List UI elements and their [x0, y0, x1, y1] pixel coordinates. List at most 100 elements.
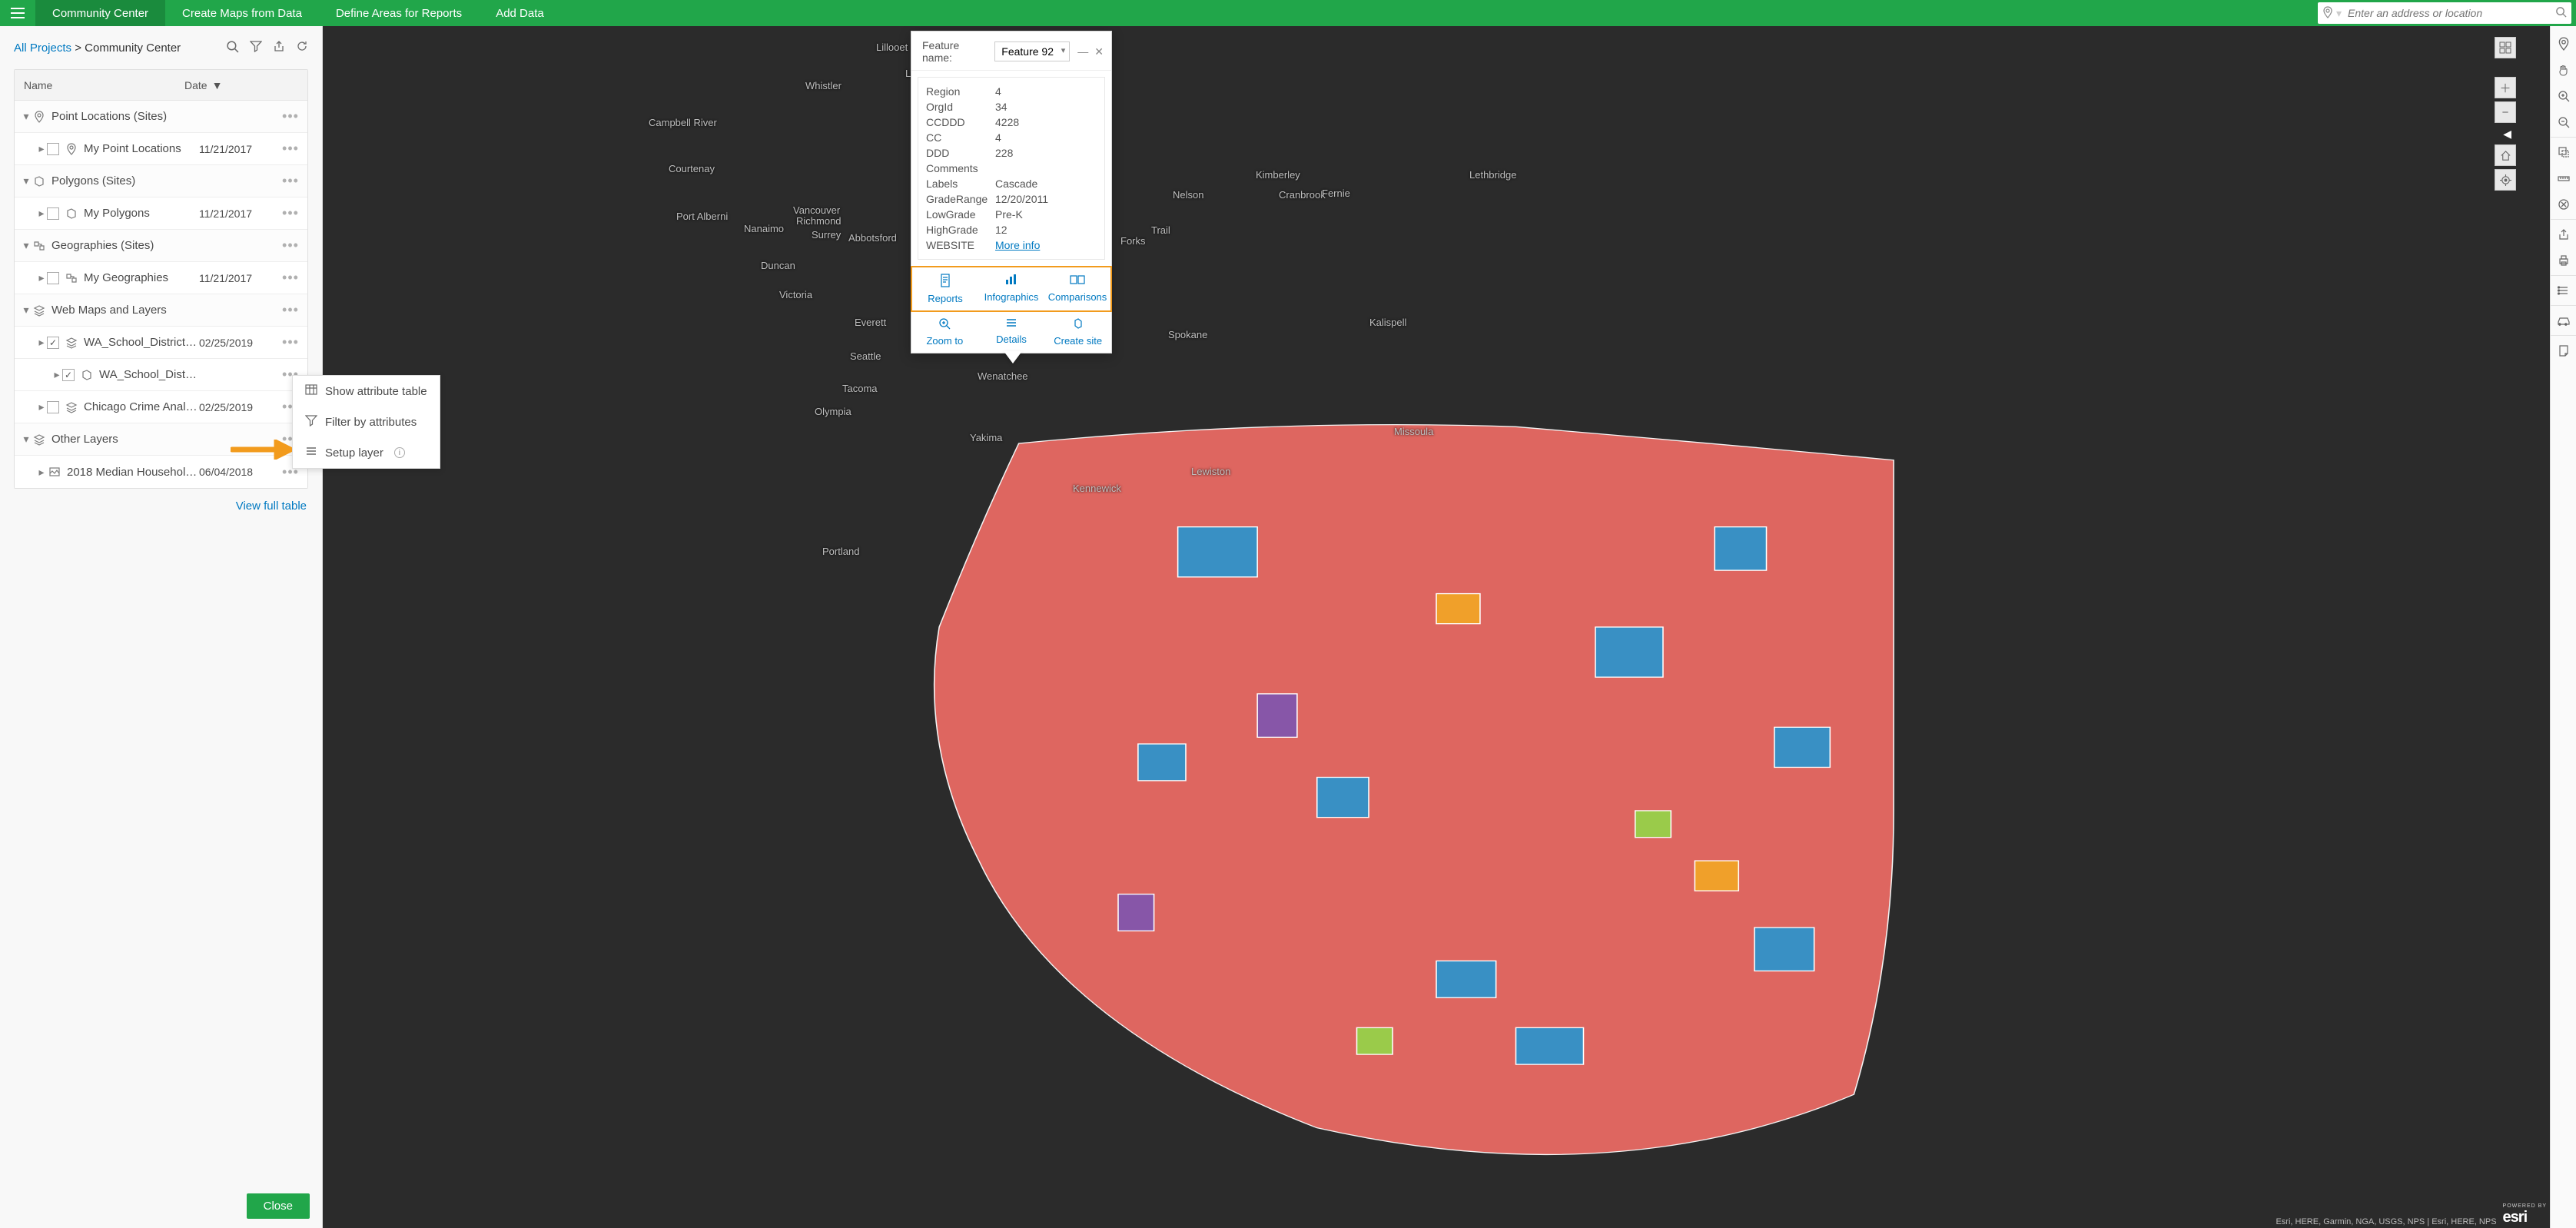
row-more-icon[interactable]: •••: [280, 173, 301, 189]
row-label: 2018 Median Household Inco…: [67, 466, 199, 479]
popup-action-create-site[interactable]: Create site: [1044, 311, 1111, 353]
caret-icon[interactable]: ▸: [36, 207, 47, 220]
close-icon[interactable]: ✕: [1094, 45, 1104, 58]
attr-val[interactable]: More info: [995, 239, 1040, 251]
zoomout-tool-icon[interactable]: [2551, 109, 2576, 135]
caret-icon[interactable]: ▾: [21, 304, 32, 317]
row-more-icon[interactable]: •••: [280, 237, 301, 254]
pan-tool-icon[interactable]: [2551, 57, 2576, 83]
menu-hamburger[interactable]: [0, 0, 35, 26]
tab-community-center[interactable]: Community Center: [35, 0, 165, 26]
row-date: 11/21/2017: [199, 143, 280, 155]
row-more-icon[interactable]: •••: [280, 108, 301, 124]
layer-context-menu: Show attribute tableFilter by attributes…: [292, 375, 440, 469]
col-date[interactable]: Date ▼: [184, 79, 277, 91]
print-icon[interactable]: [2551, 247, 2576, 274]
row-more-icon[interactable]: •••: [280, 270, 301, 286]
refresh-icon[interactable]: [296, 40, 308, 55]
layer-row[interactable]: ▸My Polygons11/21/2017•••: [15, 197, 307, 230]
home-extent-button[interactable]: [2495, 144, 2516, 166]
note-icon[interactable]: [2551, 337, 2576, 363]
visibility-checkbox[interactable]: [47, 401, 59, 413]
caret-icon[interactable]: ▸: [36, 400, 47, 413]
pin-icon: [32, 111, 47, 123]
popup-action-comparisons[interactable]: Comparisons: [1044, 267, 1110, 310]
row-label: Geographies (Sites): [51, 239, 199, 252]
layer-row[interactable]: ▸WA_School_Districts_201302/25/2019•••: [15, 327, 307, 359]
collapse-wedge-icon[interactable]: ◀: [2490, 126, 2511, 141]
search-icon[interactable]: [2555, 6, 2567, 20]
filter-icon[interactable]: [250, 40, 262, 55]
zoomin-tool-icon[interactable]: [2551, 83, 2576, 109]
legend-icon[interactable]: [2551, 277, 2576, 304]
address-input[interactable]: [2345, 4, 2555, 22]
layer-row[interactable]: ▸Chicago Crime Analysis02/25/2019•••: [15, 391, 307, 423]
zoom-in-button[interactable]: ＋: [2495, 77, 2516, 98]
tab-define-areas[interactable]: Define Areas for Reports: [319, 0, 479, 26]
row-more-icon[interactable]: •••: [280, 205, 301, 221]
caret-icon[interactable]: ▸: [51, 368, 62, 381]
row-label: My Point Locations: [84, 142, 199, 155]
map-controls: ＋ − ◀: [2495, 37, 2516, 191]
layer-group-row[interactable]: ▾Polygons (Sites)•••: [15, 165, 307, 197]
caret-icon[interactable]: ▾: [21, 174, 32, 188]
address-search[interactable]: ▾: [2318, 2, 2571, 24]
visibility-checkbox[interactable]: [62, 369, 75, 381]
row-date: 11/21/2017: [199, 207, 280, 220]
zoom-out-button[interactable]: −: [2495, 101, 2516, 123]
popup-action-details[interactable]: Details: [978, 311, 1045, 353]
feature-select[interactable]: Feature 92: [994, 41, 1070, 61]
popup-action-reports[interactable]: Reports: [912, 267, 978, 310]
tab-create-maps[interactable]: Create Maps from Data: [165, 0, 319, 26]
visibility-checkbox[interactable]: [47, 337, 59, 349]
layer-row[interactable]: ▸WA_School_Districts_2013•••: [15, 359, 307, 391]
visibility-checkbox[interactable]: [47, 207, 59, 220]
layer-row[interactable]: ▸My Geographies11/21/2017•••: [15, 262, 307, 294]
caret-icon[interactable]: ▸: [36, 336, 47, 349]
clear-icon[interactable]: [2551, 191, 2576, 217]
caret-icon[interactable]: ▾: [21, 433, 32, 446]
select-rect-icon[interactable]: [2551, 139, 2576, 165]
tab-add-data[interactable]: Add Data: [479, 0, 561, 26]
menu-item-filter-by-attributes[interactable]: Filter by attributes: [293, 407, 440, 437]
row-more-icon[interactable]: •••: [280, 141, 301, 157]
export-icon[interactable]: [273, 40, 285, 55]
row-more-icon[interactable]: •••: [280, 302, 301, 318]
layer-row[interactable]: ▸ My Point Locations11/21/2017•••: [15, 133, 307, 165]
popup-tail: [1004, 351, 1022, 363]
caret-icon[interactable]: ▸: [36, 142, 47, 155]
breadcrumb-current: Community Center: [85, 41, 181, 55]
measure-icon[interactable]: [2551, 165, 2576, 191]
popup-action-zoom-to[interactable]: Zoom to: [911, 311, 978, 353]
close-button[interactable]: Close: [247, 1193, 310, 1219]
layer-group-row[interactable]: ▾Point Locations (Sites)•••: [15, 101, 307, 133]
pin-tool-icon[interactable]: [2551, 31, 2576, 57]
export-map-icon[interactable]: [2551, 221, 2576, 247]
col-name[interactable]: Name: [24, 79, 184, 91]
layer-row[interactable]: ▸2018 Median Household Inco…06/04/2018••…: [15, 456, 307, 488]
visibility-checkbox[interactable]: [47, 143, 59, 155]
row-more-icon[interactable]: •••: [280, 334, 301, 350]
minimize-icon[interactable]: —: [1077, 45, 1088, 58]
row-label: WA_School_Districts_2013: [84, 336, 199, 349]
caret-icon[interactable]: ▾: [21, 110, 32, 123]
map-canvas[interactable]: LillooetLyttonWhistlerCampbell RiverCour…: [323, 26, 2550, 1228]
esri-logo: esri: [2503, 1209, 2528, 1226]
search-icon[interactable]: [226, 40, 239, 55]
caret-icon[interactable]: ▾: [21, 239, 32, 252]
action-label: Infographics: [984, 291, 1039, 303]
caret-icon[interactable]: ▸: [36, 271, 47, 284]
info-icon[interactable]: i: [394, 447, 405, 458]
locate-button[interactable]: [2495, 169, 2516, 191]
visibility-checkbox[interactable]: [47, 272, 59, 284]
view-full-table-link[interactable]: View full table: [236, 499, 307, 513]
basemap-grid-icon[interactable]: [2495, 37, 2516, 58]
breadcrumb-root[interactable]: All Projects: [14, 41, 71, 55]
menu-item-show-attribute-table[interactable]: Show attribute table: [293, 376, 440, 407]
popup-action-infographics[interactable]: Infographics: [978, 267, 1044, 310]
caret-icon[interactable]: ▸: [36, 466, 47, 479]
drive-time-icon[interactable]: [2551, 307, 2576, 334]
layer-group-row[interactable]: ▾ Geographies (Sites) •••: [15, 230, 307, 262]
menu-item-setup-layer[interactable]: Setup layeri: [293, 437, 440, 468]
layer-group-row[interactable]: ▾Web Maps and Layers•••: [15, 294, 307, 327]
